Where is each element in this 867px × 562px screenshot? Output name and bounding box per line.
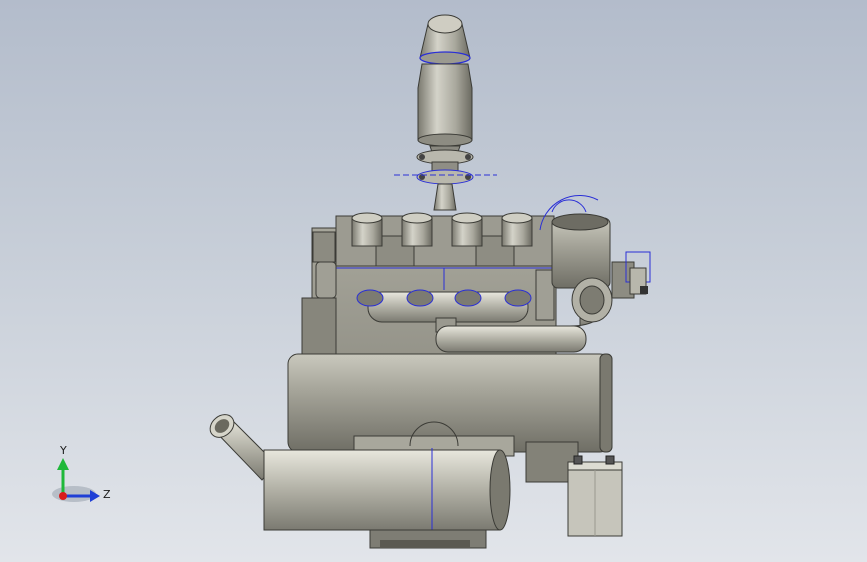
triad-y-arrow-icon [57,458,69,470]
triad-z-label: Z [103,488,111,501]
view-orientation-triad: Y Z [52,444,111,502]
graphics-viewport[interactable]: Y Z [0,0,867,562]
air-filter-assembly[interactable] [394,14,497,211]
triad-x-axis-icon [59,492,67,500]
triad-y-label: Y [59,444,67,457]
battery-box[interactable] [567,455,623,537]
engine-model[interactable] [206,14,651,549]
